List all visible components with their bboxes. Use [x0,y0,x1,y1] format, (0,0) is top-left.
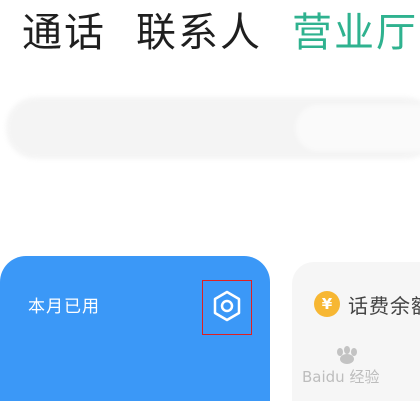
tab-business-hall[interactable]: 营业厅 [292,6,418,60]
usage-card-title: 本月已用 [28,297,100,317]
top-tab-bar: 通话 联系人 营业厅 [22,6,420,60]
tab-contacts[interactable]: 联系人 [136,6,262,60]
search-field-highlight [296,105,420,151]
hexagon-settings-icon [213,290,241,322]
tab-calls[interactable]: 通话 [22,6,106,60]
usage-settings-button[interactable] [210,289,244,323]
app-screen: 通话 联系人 营业厅 本月已用 ¥ 话费余额 Baidu 经验 [0,0,420,401]
balance-card[interactable] [292,262,420,401]
search-bar[interactable] [6,97,420,159]
yen-coin-icon: ¥ [314,291,340,317]
balance-card-title: 话费余额 [348,294,420,318]
